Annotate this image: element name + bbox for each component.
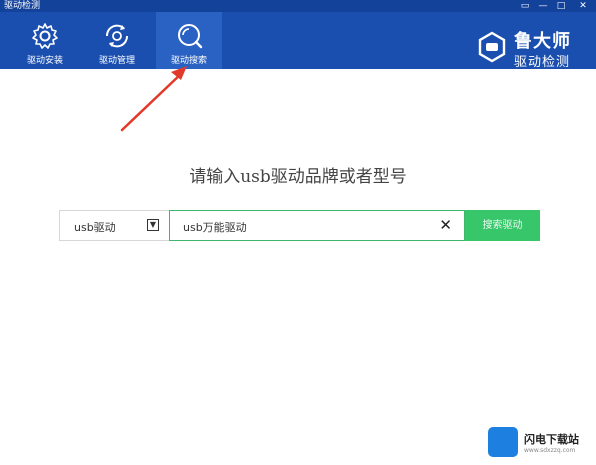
site-logo-icon <box>488 427 518 457</box>
annotation-arrow-icon <box>120 66 187 132</box>
watermark-url: www.sdxzzq.com <box>524 447 576 454</box>
watermark-name: 闪电下载站 <box>524 433 579 446</box>
watermark: 闪电下载站 www.sdxzzq.com <box>486 425 586 465</box>
